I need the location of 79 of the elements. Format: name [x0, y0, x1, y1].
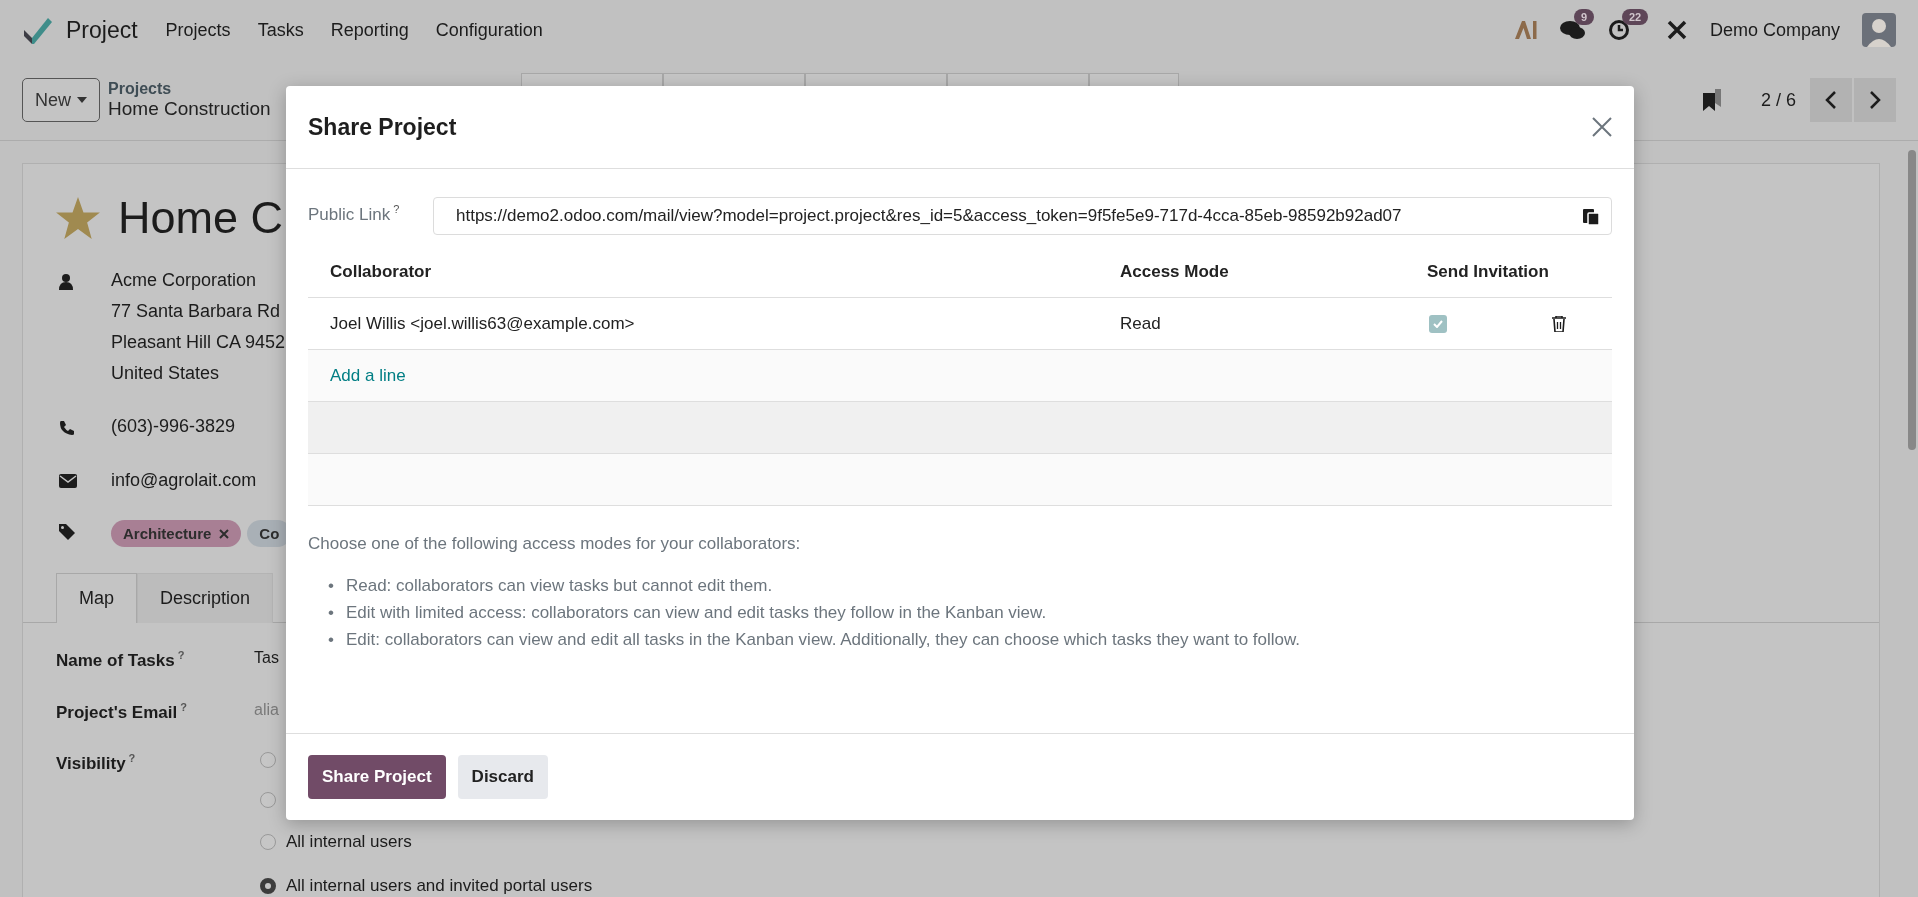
radio-label[interactable]: All internal users	[286, 832, 412, 853]
menu-item[interactable]: Tasks	[257, 19, 304, 41]
checkbox[interactable]	[1429, 315, 1447, 333]
star-icon[interactable]	[56, 197, 100, 239]
dialog-title: Share Project	[308, 113, 457, 141]
field-label: Name of Tasks	[56, 650, 175, 670]
checkmark-icon	[1433, 320, 1443, 328]
activity-count-badge: 22	[1621, 9, 1649, 25]
breadcrumb: Home Construction	[108, 98, 271, 120]
tab[interactable]: Description	[137, 573, 274, 623]
tag[interactable]: Architecture	[111, 520, 242, 547]
bullet-marker: •	[328, 630, 334, 650]
address-line: Acme Corporation	[111, 270, 258, 291]
add-line-link[interactable]: Add a line	[330, 365, 406, 385]
close-button[interactable]	[1592, 117, 1612, 137]
project-title: Home C	[118, 192, 284, 244]
field-label: Public Link	[308, 204, 391, 224]
chevron-left-icon	[1825, 90, 1837, 110]
radio-button[interactable]	[260, 792, 276, 809]
email-address: info@agrolait.com	[111, 470, 257, 492]
radio-label[interactable]: All internal users and invited portal users	[286, 876, 593, 897]
menu-item[interactable]: Projects	[165, 19, 231, 41]
bullet-marker: •	[328, 603, 334, 623]
list-item: Read: collaborators can view tasks but cannot edit them.	[345, 576, 773, 596]
menu-item[interactable]: Reporting	[330, 19, 409, 41]
help-text: Choose one of the following access modes for your collaborators:	[308, 534, 802, 554]
public-link-field[interactable]: https://demo2.odoo.com/mail/view?model=project.project&res_id=5&access_token=9f5fe5e9-717d-4cca-85eb-98592b92ad07	[433, 197, 1612, 235]
company-name[interactable]: Demo Company	[1709, 19, 1840, 41]
message-count-badge: 9	[1573, 9, 1595, 25]
address-line: 77 Santa Barbara Rd	[111, 301, 282, 322]
help-mark[interactable]: ?	[180, 700, 187, 713]
scrollbar[interactable]	[1908, 150, 1916, 450]
link-text: https://demo2.odoo.com/mail/view?model=project.project&res_id=5&access_token=9f5fe5e9-717d-4cca-85eb-98592b92ad07	[456, 206, 1402, 226]
copy-icon[interactable]	[1583, 207, 1599, 225]
app-logo-icon[interactable]	[22, 16, 52, 44]
column-header: Send Invitation	[1427, 262, 1550, 282]
tag-icon	[59, 524, 75, 540]
field-label: Visibility	[56, 753, 126, 773]
bullet-marker: •	[328, 576, 334, 596]
radio-button[interactable]	[260, 878, 276, 895]
breadcrumb[interactable]: Projects	[108, 80, 271, 98]
help-mark[interactable]: ?	[128, 752, 136, 765]
table-cell[interactable]: Joel Willis <joel.willis63@example.com>	[330, 313, 1120, 334]
phone-number: (603)-996-3829	[111, 416, 236, 438]
bookmark-icon[interactable]	[1702, 89, 1721, 111]
menu-item[interactable]: Configuration	[435, 19, 543, 41]
share-button[interactable]: Share Project	[308, 755, 446, 799]
next-button[interactable]	[1854, 78, 1896, 122]
app-name[interactable]: Project	[66, 16, 138, 44]
list-item: Edit: collaborators can view and edit all tasks in the Kanban view. Additionally, they can choose which tasks they want to follow.	[345, 630, 1301, 650]
remove-icon[interactable]	[219, 528, 230, 539]
person-icon	[59, 274, 73, 290]
table-cell[interactable]: Read	[1120, 313, 1427, 334]
radio-button[interactable]	[260, 752, 276, 769]
help-mark[interactable]: ?	[177, 649, 185, 661]
chat-icon[interactable]	[1559, 19, 1586, 41]
list-item: Edit with limited access: collaborators can view and edit tasks they follow in the Kanban view.	[345, 603, 1047, 623]
phone-icon	[59, 420, 75, 436]
user-avatar[interactable]	[1862, 13, 1896, 47]
previous-button[interactable]	[1810, 78, 1852, 122]
pager-value: 2 / 6	[1760, 89, 1796, 111]
clock-icon[interactable]	[1607, 19, 1630, 41]
help-mark[interactable]: ?	[393, 203, 400, 215]
caret-icon	[77, 97, 87, 103]
envelope-icon	[59, 474, 77, 488]
address-line: United States	[111, 363, 221, 384]
field-label: Project's Email	[56, 702, 178, 722]
discard-button[interactable]: Discard	[457, 755, 548, 799]
field-value[interactable]: Tas	[254, 649, 279, 671]
address-line: Pleasant Hill CA 9452	[111, 332, 286, 353]
trash-icon[interactable]	[1552, 315, 1566, 332]
radio-button[interactable]	[260, 834, 276, 851]
ai-icon[interactable]	[1513, 20, 1538, 40]
close-icon	[1592, 117, 1612, 137]
chevron-right-icon	[1869, 90, 1881, 110]
column-header: Collaborator	[330, 262, 433, 282]
column-header: Access Mode	[1120, 262, 1230, 282]
tab[interactable]: Map	[56, 573, 137, 623]
new-button[interactable]: New	[22, 78, 100, 122]
